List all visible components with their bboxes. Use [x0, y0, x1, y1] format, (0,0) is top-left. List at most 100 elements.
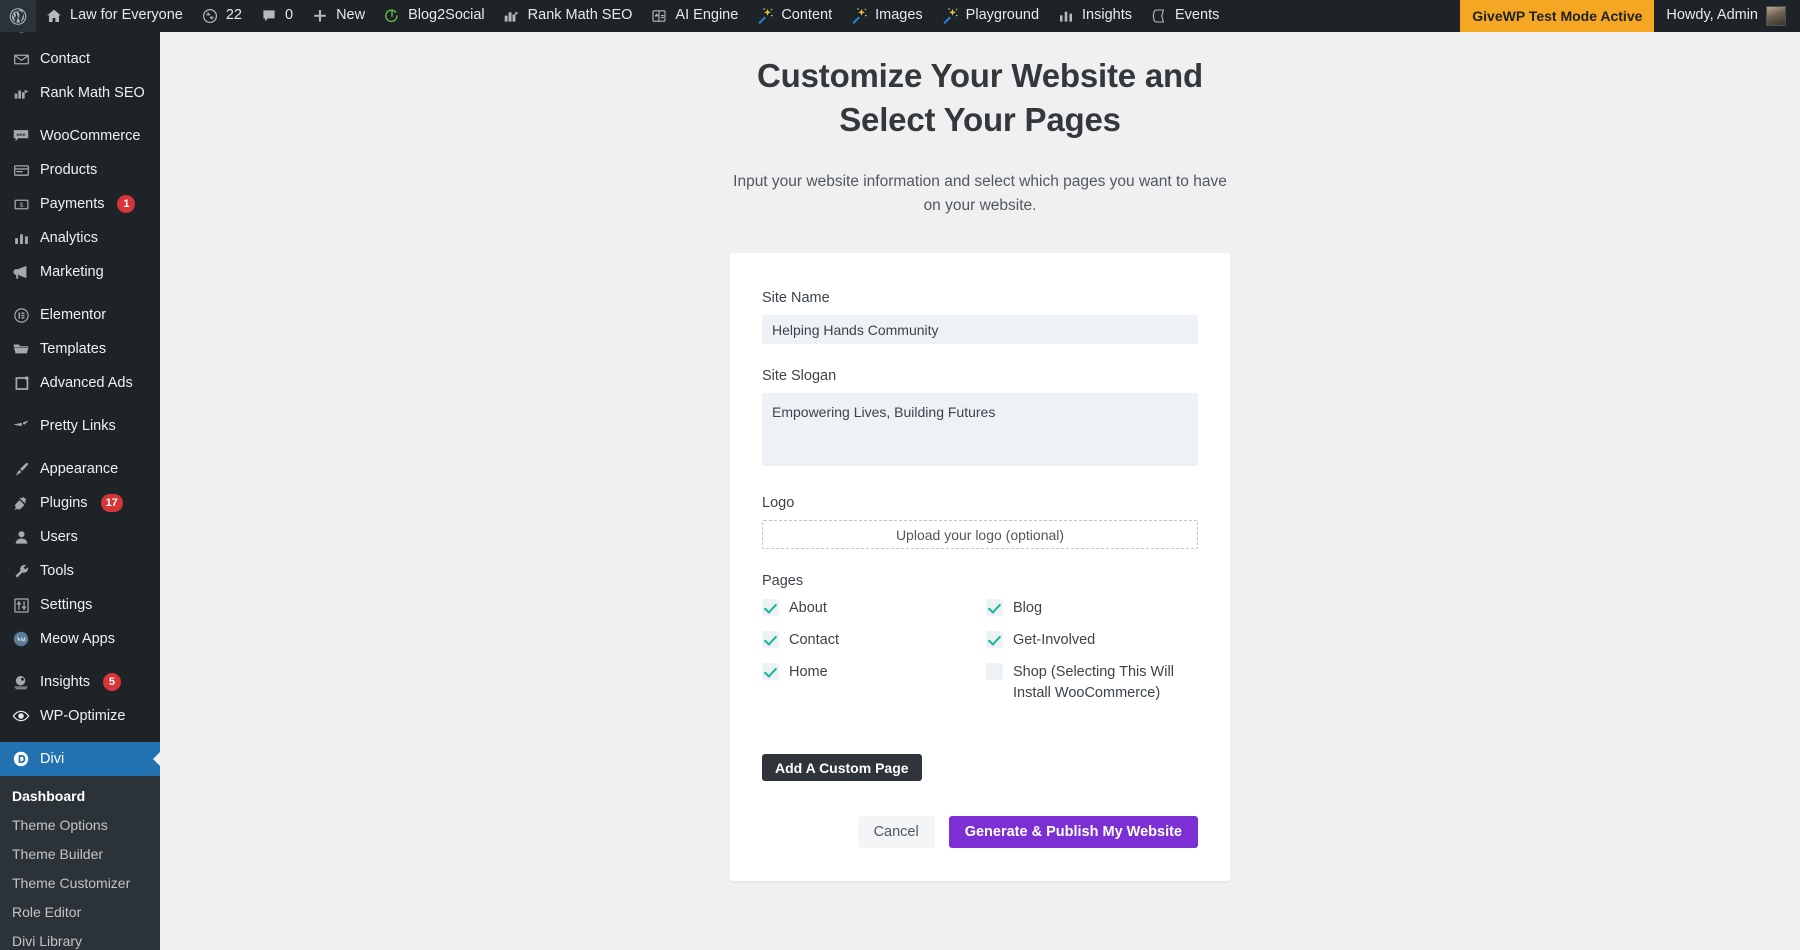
products-icon [11, 160, 31, 180]
site-setup-wizard: Customize Your Website and Select Your P… [160, 32, 1800, 881]
svg-text:woo: woo [16, 132, 26, 137]
settings-sliders-icon [11, 595, 31, 615]
adminbar-comments-count: 0 [285, 8, 293, 24]
admin-bar: Law for Everyone 22 0 New [0, 0, 1800, 32]
sidebar-item-meow-apps[interactable]: M Meow Apps [0, 622, 160, 656]
payments-icon: $ [11, 194, 31, 214]
sidebar-item-appearance[interactable]: Appearance [0, 452, 160, 486]
adminbar-item-site-name[interactable]: Law for Everyone [36, 0, 192, 32]
checkbox-get-involved[interactable] [986, 631, 1003, 648]
sidebar-item-advanced-ads[interactable]: Advanced Ads [0, 366, 160, 400]
sidebar-item-donations[interactable]: Donations [0, 32, 160, 42]
sidebar-item-label: Rank Math SEO [40, 86, 145, 101]
sidebar-item-label: Products [40, 163, 97, 178]
sidebar-item-tools[interactable]: Tools [0, 554, 160, 588]
divi-icon [11, 749, 31, 769]
site-name-input[interactable] [762, 315, 1198, 344]
page-option-get-involved[interactable]: Get-Involved [986, 630, 1198, 652]
ai-engine-icon [650, 7, 668, 25]
adminbar-item-ai-engine[interactable]: AI Engine [641, 0, 747, 32]
insights-icon [11, 672, 31, 692]
sidebar-item-woocommerce[interactable]: woo WooCommerce [0, 119, 160, 153]
adminbar-item-new[interactable]: New [302, 0, 374, 32]
pretty-links-icon [11, 416, 31, 436]
adminbar-updates-count: 22 [226, 8, 242, 24]
sidebar-item-products[interactable]: Products [0, 153, 160, 187]
sidebar-item-settings[interactable]: Settings [0, 588, 160, 622]
adminbar-item-updates[interactable]: 22 [192, 0, 251, 32]
submenu-item-role-editor[interactable]: Role Editor [0, 898, 160, 927]
page-option-home[interactable]: Home [762, 662, 974, 704]
advanced-ads-icon [11, 373, 31, 393]
logo-field-group: Logo Upload your logo (optional) [762, 495, 1198, 549]
sidebar-badge-plugins: 17 [101, 494, 123, 512]
page-option-about[interactable]: About [762, 598, 974, 620]
givewp-test-mode-notice[interactable]: GiveWP Test Mode Active [1460, 0, 1654, 32]
avatar [1766, 6, 1786, 26]
sidebar-item-plugins[interactable]: Plugins 17 [0, 486, 160, 520]
sidebar-item-elementor[interactable]: Elementor [0, 298, 160, 332]
sidebar-item-label: Elementor [40, 308, 106, 323]
submenu-item-divi-library[interactable]: Divi Library [0, 927, 160, 950]
sidebar-item-label: Appearance [40, 462, 118, 477]
sidebar-item-label: Meow Apps [40, 632, 115, 647]
adminbar-item-blog2social[interactable]: Blog2Social [374, 0, 494, 32]
submenu-item-theme-customizer[interactable]: Theme Customizer [0, 869, 160, 898]
adminbar-item-images[interactable]: Images [841, 0, 932, 32]
page-option-shop[interactable]: Shop (Selecting This Will Install WooCom… [986, 662, 1198, 704]
main-content: Customize Your Website and Select Your P… [160, 32, 1800, 950]
sidebar-item-pretty-links[interactable]: Pretty Links [0, 409, 160, 443]
adminbar-item-content[interactable]: Content [747, 0, 841, 32]
page-option-blog[interactable]: Blog [986, 598, 1198, 620]
logo-upload-dropzone[interactable]: Upload your logo (optional) [762, 520, 1198, 549]
sidebar-item-users[interactable]: Users [0, 520, 160, 554]
adminbar-item-events[interactable]: Events [1141, 0, 1228, 32]
sidebar-item-wp-optimize[interactable]: WP-Optimize [0, 699, 160, 733]
sidebar-item-templates[interactable]: Templates [0, 332, 160, 366]
submenu-item-theme-options[interactable]: Theme Options [0, 811, 160, 840]
submenu-item-dashboard[interactable]: Dashboard [0, 782, 160, 811]
sidebar-item-rank-math-seo[interactable]: Rank Math SEO [0, 76, 160, 110]
wizard-actions: Cancel Generate & Publish My Website [762, 816, 1198, 848]
sidebar-item-insights[interactable]: Insights 5 [0, 665, 160, 699]
adminbar-item-rank-math[interactable]: Rank Math SEO [494, 0, 642, 32]
site-slogan-textarea[interactable] [762, 393, 1198, 466]
wordpress-logo-icon [9, 7, 27, 25]
cancel-button[interactable]: Cancel [858, 816, 935, 848]
checkbox-home[interactable] [762, 663, 779, 680]
bar-chart-icon [1057, 7, 1075, 25]
adminbar-images-label: Images [875, 8, 923, 24]
sidebar-item-analytics[interactable]: Analytics [0, 221, 160, 255]
elementor-icon [11, 305, 31, 325]
sidebar-item-label: Marketing [40, 265, 104, 280]
checkbox-contact[interactable] [762, 631, 779, 648]
sidebar-item-label: WP-Optimize [40, 709, 125, 724]
page-option-contact[interactable]: Contact [762, 630, 974, 652]
submenu-item-theme-builder[interactable]: Theme Builder [0, 840, 160, 869]
adminbar-item-wordpress-logo[interactable] [0, 0, 36, 32]
sidebar-item-contact[interactable]: Contact [0, 42, 160, 76]
update-icon [201, 7, 219, 25]
adminbar-new-label: New [336, 8, 365, 24]
add-custom-page-button[interactable]: Add A Custom Page [762, 754, 922, 781]
svg-text:M: M [21, 638, 26, 644]
adminbar-item-comments[interactable]: 0 [251, 0, 302, 32]
rank-math-icon [11, 83, 31, 103]
adminbar-item-insights[interactable]: Insights [1048, 0, 1141, 32]
sidebar-item-payments[interactable]: $ Payments 1 [0, 187, 160, 221]
adminbar-item-playground[interactable]: Playground [932, 0, 1048, 32]
sidebar-item-label: Advanced Ads [40, 376, 133, 391]
checkbox-blog[interactable] [986, 599, 1003, 616]
sidebar-item-divi[interactable]: Divi [0, 742, 160, 776]
sidebar-item-marketing[interactable]: Marketing [0, 255, 160, 289]
generate-publish-button[interactable]: Generate & Publish My Website [949, 816, 1198, 848]
divi-submenu: Dashboard Theme Options Theme Builder Th… [0, 776, 160, 950]
checkbox-shop[interactable] [986, 663, 1003, 680]
page-title: Customize Your Website and Select Your P… [730, 54, 1230, 142]
events-icon [1150, 7, 1168, 25]
checkbox-about[interactable] [762, 599, 779, 616]
page-option-label: About [789, 598, 827, 619]
adminbar-howdy-menu[interactable]: Howdy, Admin [1654, 0, 1800, 32]
users-icon [11, 527, 31, 547]
site-slogan-label: Site Slogan [762, 368, 1198, 384]
